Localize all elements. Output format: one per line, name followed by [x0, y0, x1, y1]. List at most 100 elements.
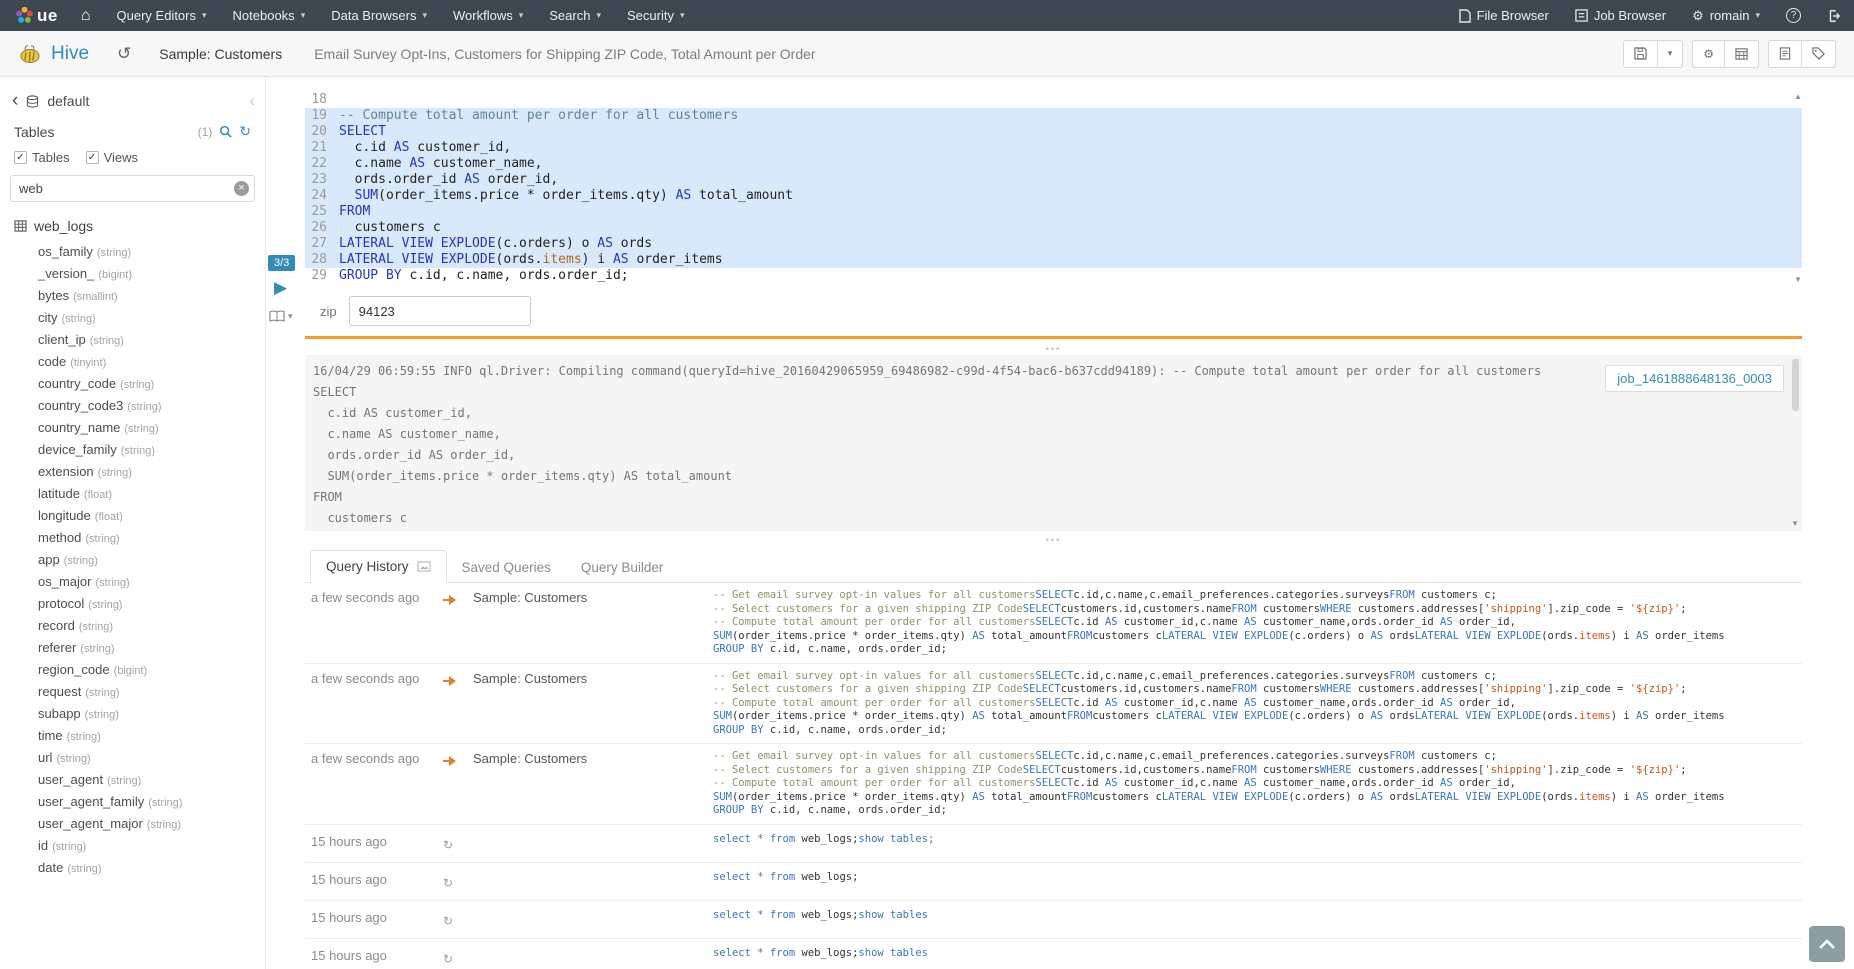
- column-item[interactable]: app(string): [0, 549, 265, 571]
- search-icon[interactable]: [219, 125, 232, 138]
- table-row[interactable]: web_logs: [0, 202, 265, 238]
- editor-line[interactable]: 25FROM: [305, 204, 1802, 220]
- history-row[interactable]: a few seconds agoSample: Customers-- Get…: [305, 744, 1802, 825]
- column-item[interactable]: code(tinyint): [0, 351, 265, 373]
- column-item[interactable]: id(string): [0, 835, 265, 857]
- help-button[interactable]: ?: [1773, 0, 1814, 31]
- history-row[interactable]: 15 hours ago↻select * from web_logs;show…: [305, 939, 1802, 969]
- column-item[interactable]: country_name(string): [0, 417, 265, 439]
- column-item[interactable]: time(string): [0, 725, 265, 747]
- resize-handle[interactable]: •••: [305, 535, 1802, 545]
- column-item[interactable]: date(string): [0, 857, 265, 879]
- column-item[interactable]: referer(string): [0, 637, 265, 659]
- column-item[interactable]: user_agent_major(string): [0, 813, 265, 835]
- editor-line[interactable]: 22 c.name AS customer_name,: [305, 156, 1802, 172]
- history-sql[interactable]: -- Get email survey opt-in values for al…: [713, 589, 1802, 657]
- menu-notebooks[interactable]: Notebooks▾: [220, 0, 319, 31]
- refresh-icon[interactable]: ↻: [239, 123, 251, 140]
- execute-query-button[interactable]: ▶: [274, 278, 287, 298]
- history-row[interactable]: 15 hours ago↻select * from web_logs;: [305, 863, 1802, 901]
- tab-query-builder[interactable]: Query Builder: [566, 552, 679, 583]
- menu-search[interactable]: Search▾: [536, 0, 614, 31]
- refresh-icon[interactable]: ↻: [443, 952, 453, 966]
- column-item[interactable]: region_code(bigint): [0, 659, 265, 681]
- column-item[interactable]: client_ip(string): [0, 329, 265, 351]
- menu-security[interactable]: Security▾: [614, 0, 698, 31]
- saved-queries-book-button[interactable]: ▾: [269, 310, 293, 322]
- settings-button[interactable]: ⚙: [1693, 41, 1725, 67]
- menu-workflows[interactable]: Workflows▾: [440, 0, 536, 31]
- resize-handle[interactable]: •••: [305, 344, 1802, 354]
- collapse-panel-icon[interactable]: ‹: [249, 94, 255, 108]
- scroll-to-top-button[interactable]: [1809, 926, 1845, 962]
- scrollbar-thumb[interactable]: [1792, 359, 1799, 411]
- column-item[interactable]: _version_(bigint): [0, 263, 265, 285]
- menu-data-browsers[interactable]: Data Browsers▾: [318, 0, 440, 31]
- editor-line[interactable]: 20SELECT: [305, 124, 1802, 140]
- history-icon[interactable]: ↺: [117, 44, 131, 64]
- editor-line[interactable]: 29GROUP BY c.id, c.name, ords.order_id;: [305, 268, 1802, 284]
- tab-query-history[interactable]: Query History: [310, 550, 447, 583]
- scrollbar-down-icon[interactable]: ▼: [1794, 275, 1802, 284]
- column-item[interactable]: longitude(float): [0, 505, 265, 527]
- column-item[interactable]: country_code3(string): [0, 395, 265, 417]
- home-button[interactable]: ⌂: [68, 0, 104, 31]
- column-item[interactable]: extension(string): [0, 461, 265, 483]
- load-query-arrow-icon[interactable]: [443, 595, 457, 605]
- user-menu[interactable]: ⚙ romain ▾: [1679, 0, 1773, 31]
- editor-line[interactable]: 23 ords.order_id AS order_id,: [305, 172, 1802, 188]
- history-sql[interactable]: -- Get email survey opt-in values for al…: [713, 670, 1802, 738]
- table-filter-input[interactable]: [10, 175, 255, 202]
- editor-line[interactable]: 27LATERAL VIEW EXPLODE(c.orders) o AS or…: [305, 236, 1802, 252]
- column-item[interactable]: city(string): [0, 307, 265, 329]
- tags-button[interactable]: [1802, 41, 1835, 67]
- tab-saved-queries[interactable]: Saved Queries: [447, 552, 566, 583]
- column-item[interactable]: latitude(float): [0, 483, 265, 505]
- editor-line[interactable]: 28LATERAL VIEW EXPLODE(ords.items) i AS …: [305, 252, 1802, 268]
- column-item[interactable]: bytes(smallint): [0, 285, 265, 307]
- history-sql[interactable]: -- Get email survey opt-in values for al…: [713, 750, 1802, 818]
- column-item[interactable]: request(string): [0, 681, 265, 703]
- column-item[interactable]: record(string): [0, 615, 265, 637]
- column-item[interactable]: os_family(string): [0, 241, 265, 263]
- save-button[interactable]: [1624, 41, 1658, 67]
- schedule-button[interactable]: [1725, 41, 1758, 67]
- back-icon[interactable]: ‹: [12, 94, 18, 108]
- sql-editor[interactable]: 1819-- Compute total amount per order fo…: [305, 92, 1802, 284]
- file-browser-button[interactable]: File Browser: [1446, 0, 1562, 31]
- menu-query-editors[interactable]: Query Editors▾: [104, 0, 220, 31]
- editor-line[interactable]: 24 SUM(order_items.price * order_items.q…: [305, 188, 1802, 204]
- column-item[interactable]: url(string): [0, 747, 265, 769]
- save-dropdown-button[interactable]: ▾: [1658, 41, 1683, 67]
- column-item[interactable]: subapp(string): [0, 703, 265, 725]
- database-name[interactable]: default: [47, 93, 89, 109]
- logout-button[interactable]: [1814, 0, 1854, 31]
- hive-app-link[interactable]: Hive: [18, 43, 89, 65]
- load-query-arrow-icon[interactable]: [443, 756, 457, 766]
- refresh-icon[interactable]: ↻: [443, 838, 453, 852]
- job-link[interactable]: job_1461888648136_0003: [1605, 365, 1784, 392]
- refresh-icon[interactable]: ↻: [443, 876, 453, 890]
- editor-line[interactable]: 18: [305, 92, 1802, 108]
- query-title[interactable]: Sample: Customers: [159, 46, 282, 62]
- editor-line[interactable]: 26 customers c: [305, 220, 1802, 236]
- refresh-icon[interactable]: ↻: [443, 914, 453, 928]
- editor-line[interactable]: 19-- Compute total amount per order for …: [305, 108, 1802, 124]
- history-row[interactable]: 15 hours ago↻select * from web_logs;show…: [305, 901, 1802, 939]
- clear-search-icon[interactable]: ×: [234, 181, 249, 196]
- column-item[interactable]: user_agent_family(string): [0, 791, 265, 813]
- history-row[interactable]: a few seconds agoSample: Customers-- Get…: [305, 664, 1802, 745]
- column-item[interactable]: country_code(string): [0, 373, 265, 395]
- history-sql[interactable]: select * from web_logs;: [713, 871, 1802, 892]
- column-item[interactable]: os_major(string): [0, 571, 265, 593]
- results-count-badge[interactable]: 3/3: [268, 255, 295, 271]
- hue-logo[interactable]: ue: [0, 0, 68, 31]
- zip-parameter-input[interactable]: [349, 296, 531, 326]
- history-row[interactable]: a few seconds agoSample: Customers-- Get…: [305, 583, 1802, 664]
- history-sql[interactable]: select * from web_logs;show tables;: [713, 833, 1802, 854]
- column-item[interactable]: method(string): [0, 527, 265, 549]
- column-item[interactable]: user_agent(string): [0, 769, 265, 791]
- history-sql[interactable]: select * from web_logs;show tables: [713, 909, 1802, 930]
- scrollbar-down-icon[interactable]: ▼: [1791, 519, 1799, 528]
- format-document-button[interactable]: [1769, 41, 1802, 67]
